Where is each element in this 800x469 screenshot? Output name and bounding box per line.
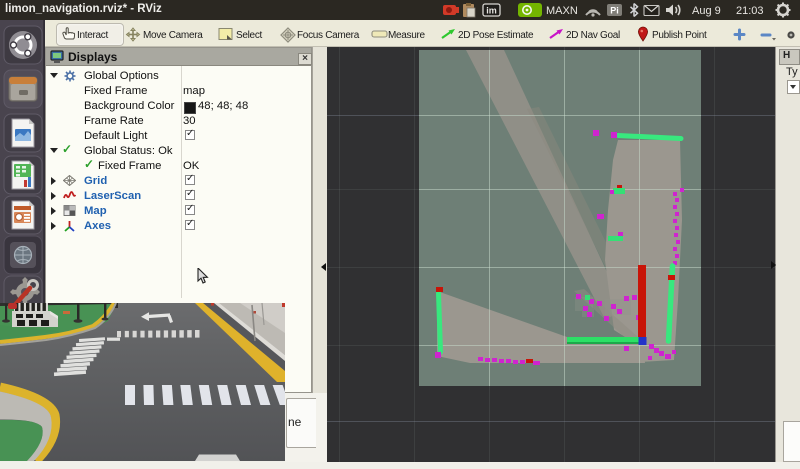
svg-text:Aug 9: Aug 9 xyxy=(692,5,721,17)
svg-text:MAXN: MAXN xyxy=(546,5,578,17)
svg-text:21:03: 21:03 xyxy=(736,5,764,17)
svg-text:im: im xyxy=(486,6,497,16)
svg-text:Pi: Pi xyxy=(610,6,619,16)
